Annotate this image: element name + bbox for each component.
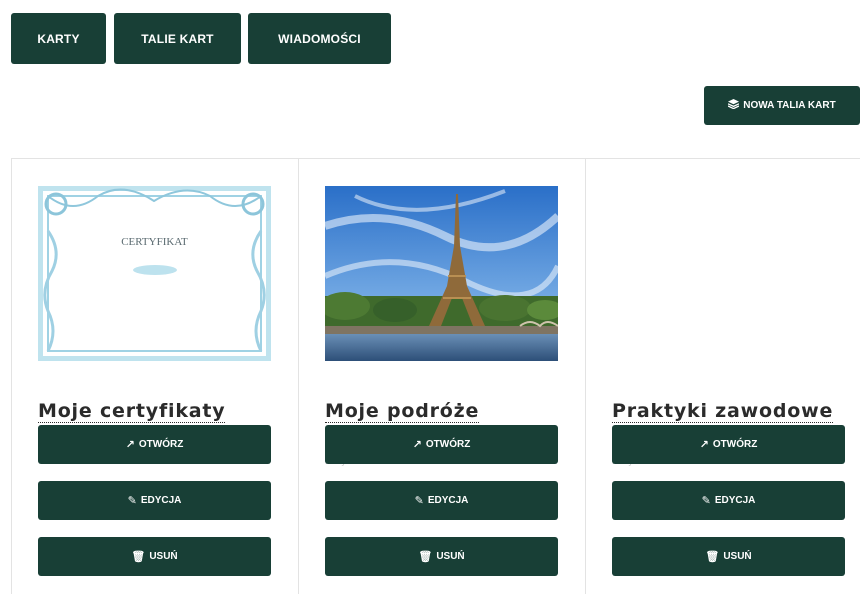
- certificate-caption: CERTYFIKAT: [121, 236, 188, 248]
- external-link-icon: ↗: [412, 439, 422, 451]
- open-label: OTWÓRZ: [138, 439, 184, 450]
- tab-karty[interactable]: KARTY: [11, 13, 106, 64]
- external-link-icon: ↗: [125, 439, 135, 451]
- tab-karty-label: KARTY: [37, 31, 80, 46]
- trash-icon: 🗑: [418, 551, 433, 563]
- trash-icon: 🗑: [705, 551, 720, 563]
- new-deck-label: NOWA TALIA KART: [743, 100, 836, 111]
- layers-icon: [728, 99, 740, 112]
- edit-icon: ✎: [701, 495, 711, 507]
- delete-label: USUŃ: [149, 551, 178, 562]
- new-deck-button[interactable]: NOWA TALIA KART: [704, 86, 860, 125]
- open-button[interactable]: ↗ OTWÓRZ: [612, 425, 845, 464]
- certificate-image: CERTYFIKAT: [38, 186, 271, 361]
- delete-button[interactable]: 🗑 USUŃ: [38, 537, 271, 576]
- open-label: OTWÓRZ: [425, 439, 471, 450]
- eiffel-tower-image: [325, 186, 558, 361]
- external-link-icon: ↗: [699, 439, 709, 451]
- edit-label: EDYCJA: [714, 495, 756, 506]
- delete-label: USUŃ: [436, 551, 465, 562]
- edit-button[interactable]: ✎ EDYCJA: [612, 481, 845, 520]
- deck-card: CERTYFIKAT Moje certyfikaty ↗ OTWÓRZ ✎ E…: [11, 158, 298, 594]
- delete-label: USUŃ: [723, 551, 752, 562]
- edit-button[interactable]: ✎ EDYCJA: [325, 481, 558, 520]
- open-button[interactable]: ↗ OTWÓRZ: [38, 425, 271, 464]
- tab-talie-kart-label: TALIE KART: [141, 31, 214, 46]
- trash-icon: 🗑: [131, 551, 146, 563]
- open-button[interactable]: ↗ OTWÓRZ: [325, 425, 558, 464]
- edit-label: EDYCJA: [427, 495, 469, 506]
- deck-card: Praktyki zawodowe Kartyč ↗ OTWÓRZ ✎ EDYC…: [585, 158, 860, 594]
- deck-title[interactable]: Moje certyfikaty: [38, 400, 226, 423]
- tab-wiadomosci-label: WIADOMOŚCI: [278, 31, 361, 46]
- delete-button[interactable]: 🗑 USUŃ: [612, 537, 845, 576]
- edit-label: EDYCJA: [140, 495, 182, 506]
- deck-card: Moje podróże Kartyč ↗ OTWÓRZ ✎ EDYCJA 🗑 …: [298, 158, 585, 594]
- tab-wiadomosci[interactable]: WIADOMOŚCI: [248, 13, 391, 64]
- delete-button[interactable]: 🗑 USUŃ: [325, 537, 558, 576]
- tab-talie-kart[interactable]: TALIE KART: [114, 13, 241, 64]
- open-label: OTWÓRZ: [712, 439, 758, 450]
- edit-button[interactable]: ✎ EDYCJA: [38, 481, 271, 520]
- edit-icon: ✎: [127, 495, 137, 507]
- deck-title[interactable]: Moje podróże: [325, 400, 480, 423]
- deck-title[interactable]: Praktyki zawodowe: [612, 400, 834, 423]
- edit-icon: ✎: [414, 495, 424, 507]
